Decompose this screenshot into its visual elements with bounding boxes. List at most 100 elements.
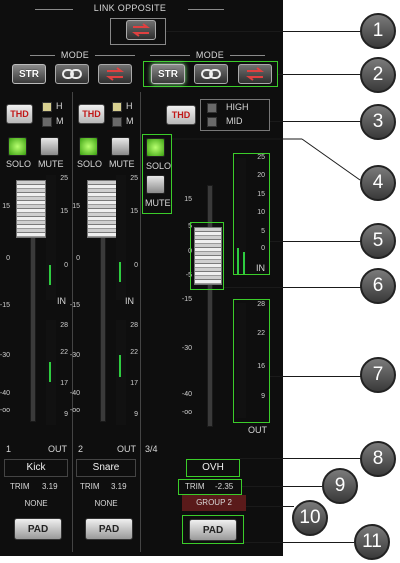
channel-name-ch2[interactable]: Snare bbox=[76, 459, 136, 477]
pad-button-ch34[interactable]: PAD bbox=[189, 519, 237, 541]
fader-scale-ch2-n40: -40 bbox=[69, 390, 80, 397]
callout-line-2 bbox=[278, 74, 362, 75]
out-scale-ch1-17: 17 bbox=[60, 380, 68, 387]
in-scale-ch2-25: 25 bbox=[130, 175, 138, 182]
mute-label-ch1: MUTE bbox=[38, 159, 64, 169]
mute-label-ch2: MUTE bbox=[109, 159, 135, 169]
fader-scale-ch2-n30: -30 bbox=[69, 352, 80, 359]
str-button-ch12[interactable]: STR bbox=[12, 64, 46, 84]
fader-scale-ch1-n30: -30 bbox=[0, 352, 10, 359]
thd-button-ch1[interactable]: THD bbox=[6, 104, 33, 124]
out-meter-level-ch1 bbox=[49, 362, 51, 382]
out-scale-ch34-16: 16 bbox=[257, 363, 265, 370]
solo-button-ch2[interactable] bbox=[79, 137, 98, 156]
trim-value-ch1[interactable]: 3.19 bbox=[42, 482, 58, 491]
m-label-ch1: M bbox=[56, 116, 64, 126]
trim-value-ch2[interactable]: 3.19 bbox=[111, 482, 127, 491]
callout-11: 11 bbox=[354, 524, 390, 560]
link-button-ch12[interactable] bbox=[55, 64, 89, 84]
solo-button-ch1[interactable] bbox=[8, 137, 27, 156]
fader-knob-ch2[interactable] bbox=[87, 180, 117, 238]
callout-9: 9 bbox=[322, 468, 358, 504]
in-scale-ch2-0: 0 bbox=[134, 262, 138, 269]
callout-6: 6 bbox=[360, 268, 396, 304]
link-opposite-button[interactable] bbox=[126, 20, 156, 40]
h-label-ch1: H bbox=[56, 101, 63, 111]
channel-name-ch34[interactable]: OVH bbox=[186, 459, 240, 477]
pad-button-ch1[interactable]: PAD bbox=[14, 518, 62, 540]
mode-rule-3 bbox=[150, 55, 190, 56]
out-label-ch2: OUT bbox=[117, 444, 136, 454]
m-label-ch2: M bbox=[126, 116, 134, 126]
in-scale-ch1-25: 25 bbox=[60, 175, 68, 182]
out-meter-ch34 bbox=[236, 303, 246, 418]
swap-button-ch12[interactable] bbox=[98, 64, 132, 84]
thd-button-ch2[interactable]: THD bbox=[78, 104, 105, 124]
fader-scale-ch34-n40: -40 bbox=[181, 391, 192, 398]
callout-7: 7 bbox=[360, 357, 396, 393]
callout-line-4 bbox=[172, 138, 361, 181]
chain-link-icon bbox=[62, 69, 82, 79]
callout-2: 2 bbox=[360, 57, 396, 93]
fader-knob-ch34[interactable] bbox=[194, 227, 222, 285]
out-scale-ch2-9: 9 bbox=[134, 411, 138, 418]
column-divider-1 bbox=[72, 92, 73, 552]
group-ch34[interactable]: GROUP 2 bbox=[182, 495, 246, 511]
fader-knob-ch1[interactable] bbox=[16, 180, 46, 238]
pad-button-ch2[interactable]: PAD bbox=[85, 518, 133, 540]
callout-line-6 bbox=[224, 287, 362, 288]
h-mode-toggle-ch2[interactable] bbox=[112, 102, 122, 112]
h-mode-toggle-ch1[interactable] bbox=[42, 102, 52, 112]
swap-button-ch34[interactable] bbox=[238, 64, 272, 84]
fader-scale-ch2-ninf: -oo bbox=[69, 407, 80, 414]
in-scale-ch2-15: 15 bbox=[130, 208, 138, 215]
trim-label-ch1: TRIM bbox=[10, 482, 30, 491]
fader-scale-ch1-ninf: -oo bbox=[0, 407, 10, 414]
mode-label-2: MODE bbox=[195, 50, 225, 60]
in-meter-level-ch34-b bbox=[243, 252, 245, 274]
channel-number-ch1: 1 bbox=[6, 444, 12, 454]
out-label-ch1: OUT bbox=[48, 444, 67, 454]
in-label-ch2: IN bbox=[125, 296, 134, 306]
link-opposite-label: LINK OPPOSITE bbox=[93, 3, 167, 13]
m-mode-toggle-ch2[interactable] bbox=[112, 117, 122, 127]
trim-label-ch34: TRIM bbox=[185, 482, 205, 491]
high-label: HIGH bbox=[226, 102, 249, 112]
channel-number-ch34: 3/4 bbox=[145, 444, 158, 454]
out-meter-ch2 bbox=[116, 320, 126, 425]
fader-scale-ch2-15: 15 bbox=[72, 203, 80, 210]
out-scale-ch34-28: 28 bbox=[257, 301, 265, 308]
solo-label-ch1: SOLO bbox=[6, 159, 32, 169]
fader-scale-ch34-n15: -15 bbox=[181, 296, 192, 303]
group-ch1[interactable]: NONE bbox=[4, 499, 68, 508]
mute-button-ch1[interactable] bbox=[40, 137, 59, 156]
callout-line-8 bbox=[240, 458, 362, 459]
m-mode-toggle-ch1[interactable] bbox=[42, 117, 52, 127]
fader-scale-ch34-15: 15 bbox=[184, 196, 192, 203]
channel-name-ch1[interactable]: Kick bbox=[4, 459, 68, 477]
out-scale-ch34-22: 22 bbox=[257, 330, 265, 337]
in-scale-ch34-15: 15 bbox=[257, 191, 265, 198]
high-mode-toggle-ch34[interactable] bbox=[207, 103, 217, 113]
thd-button-ch34[interactable]: THD bbox=[166, 105, 196, 125]
trim-value-ch34[interactable]: -2.35 bbox=[215, 482, 233, 491]
callout-line-10 bbox=[246, 506, 294, 507]
out-scale-ch1-28: 28 bbox=[60, 322, 68, 329]
group-ch2[interactable]: NONE bbox=[76, 499, 136, 508]
mid-mode-toggle-ch34[interactable] bbox=[207, 117, 217, 127]
swap-arrows-icon bbox=[132, 23, 150, 37]
in-meter-level-ch1 bbox=[49, 265, 51, 285]
in-label-ch34: IN bbox=[256, 263, 265, 273]
callout-line-7 bbox=[270, 376, 362, 377]
mute-button-ch34[interactable] bbox=[146, 175, 165, 194]
mute-button-ch2[interactable] bbox=[111, 137, 130, 156]
link-button-ch34[interactable] bbox=[194, 64, 228, 84]
str-button-ch34[interactable]: STR bbox=[151, 64, 185, 84]
swap-arrows-icon bbox=[106, 67, 124, 81]
callout-5: 5 bbox=[360, 223, 396, 259]
channel-number-ch2: 2 bbox=[78, 444, 84, 454]
mute-label-ch34: MUTE bbox=[145, 198, 171, 208]
trim-label-ch2: TRIM bbox=[80, 482, 100, 491]
in-scale-ch34-0: 0 bbox=[261, 245, 265, 252]
solo-button-ch34[interactable] bbox=[146, 138, 165, 157]
